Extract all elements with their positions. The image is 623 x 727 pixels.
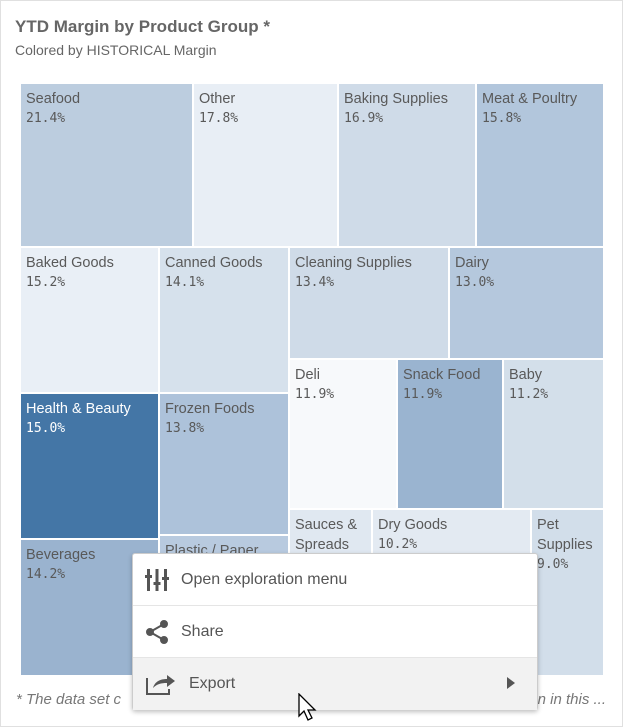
mouse-cursor-icon: [298, 693, 317, 721]
menu-item-share[interactable]: Share: [133, 606, 537, 658]
treemap-tile[interactable]: Cleaning Supplies 13.4%: [289, 247, 449, 359]
tile-label: Seafood: [26, 91, 81, 107]
treemap-tile[interactable]: Health & Beauty 15.0%: [20, 393, 159, 539]
treemap-tile[interactable]: Snack Food 11.9%: [397, 359, 503, 509]
menu-item-label: Share: [181, 622, 224, 640]
tile-value: 15.2%: [26, 275, 66, 290]
tile-label: Cleaning Supplies: [295, 255, 412, 271]
tile-label: Dairy: [455, 255, 489, 271]
context-menu: Open exploration menu Share Export: [132, 553, 538, 710]
tile-label: Baking Supplies: [344, 91, 448, 107]
tile-label: Frozen Foods: [165, 401, 255, 417]
tile-value: 11.9%: [295, 387, 335, 402]
treemap-tile[interactable]: Baby 11.2%: [503, 359, 604, 509]
menu-item-label: Open exploration menu: [181, 570, 348, 588]
footnote-left: * The data set c: [16, 691, 122, 708]
menu-item-export[interactable]: Export: [133, 658, 537, 710]
tile-value: 21.4%: [26, 111, 66, 126]
tile-value: 13.4%: [295, 275, 335, 290]
treemap-tile[interactable]: Dairy 13.0%: [449, 247, 604, 359]
tile-value: 13.0%: [455, 275, 495, 290]
tile-label: Deli: [295, 367, 320, 383]
treemap-tile[interactable]: Canned Goods 14.1%: [159, 247, 289, 393]
tile-label: Baby: [509, 367, 543, 383]
sliders-icon: [145, 568, 169, 591]
treemap-card: YTD Margin by Product Group * Colored by…: [0, 0, 623, 727]
treemap-tile[interactable]: Baked Goods 15.2%: [20, 247, 159, 393]
tile-label: Baked Goods: [26, 255, 114, 271]
menu-item-label: Export: [189, 675, 236, 692]
chart-title: YTD Margin by Product Group *: [15, 17, 271, 36]
tile-value: 14.1%: [165, 275, 205, 290]
tile-label: Meat & Poultry: [482, 91, 578, 107]
export-icon: [146, 675, 175, 695]
tile-value: 11.9%: [403, 387, 443, 402]
treemap-tile[interactable]: Baking Supplies 16.9%: [338, 83, 476, 247]
footnote-right: n in this ...: [537, 691, 606, 708]
tile-label: Dry Goods: [378, 517, 448, 533]
tile-value: 17.8%: [199, 111, 239, 126]
tile-label: Other: [199, 91, 236, 107]
tile-label: Pet Supplies: [537, 517, 593, 553]
chart-subtitle: Colored by HISTORICAL Margin: [15, 42, 217, 58]
tile-label: Health & Beauty: [26, 401, 131, 417]
tile-label: Sauces & Spreads: [295, 517, 358, 553]
menu-item-open-exploration[interactable]: Open exploration menu: [133, 554, 537, 606]
treemap-tile[interactable]: Meat & Poultry 15.8%: [476, 83, 604, 247]
treemap-tile[interactable]: Deli 11.9%: [289, 359, 397, 509]
tile-label: Canned Goods: [165, 255, 263, 271]
submenu-arrow-icon: [507, 677, 515, 689]
tile-value: 10.2%: [378, 537, 418, 552]
tile-value: 11.2%: [509, 387, 549, 402]
treemap-tile[interactable]: Pet Supplies 9.0%: [531, 509, 604, 676]
tile-value: 15.8%: [482, 111, 522, 126]
tile-value: 15.0%: [26, 421, 66, 436]
treemap-tile[interactable]: Frozen Foods 13.8%: [159, 393, 289, 535]
share-icon: [146, 619, 168, 644]
tile-label: Snack Food: [403, 367, 481, 383]
treemap-tile[interactable]: Other 17.8%: [193, 83, 338, 247]
tile-value: 13.8%: [165, 421, 205, 436]
treemap-tile[interactable]: Seafood 21.4%: [20, 83, 193, 247]
tile-value: 9.0%: [537, 557, 569, 572]
tile-value: 16.9%: [344, 111, 384, 126]
